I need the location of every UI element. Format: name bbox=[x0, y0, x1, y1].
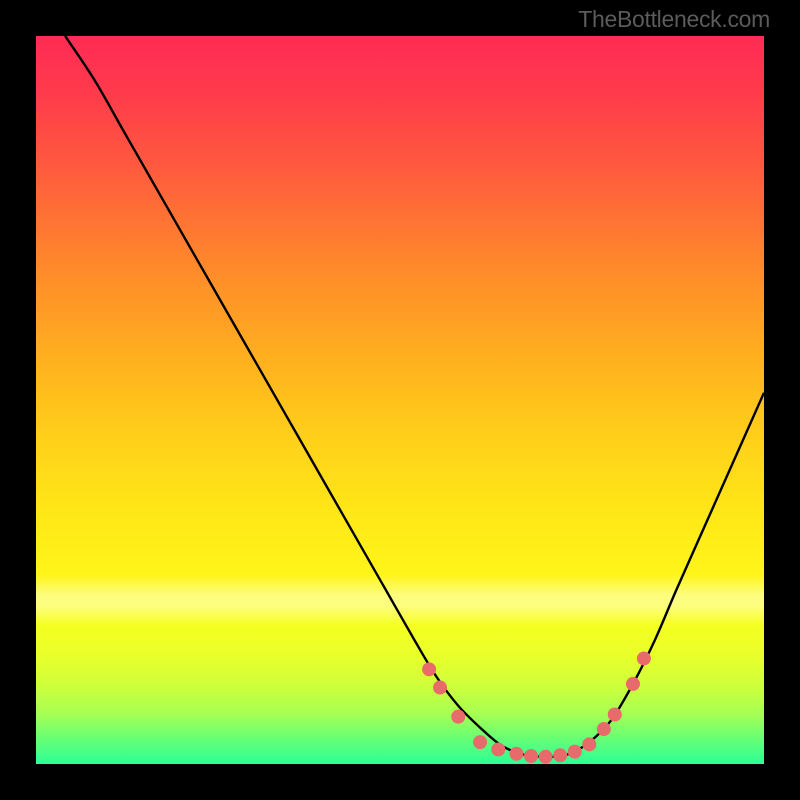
data-marker bbox=[553, 748, 567, 762]
data-marker bbox=[422, 662, 436, 676]
data-marker bbox=[509, 747, 523, 761]
plot-area bbox=[36, 36, 764, 764]
data-marker bbox=[582, 737, 596, 751]
data-marker bbox=[597, 722, 611, 736]
data-marker bbox=[539, 750, 553, 764]
chart-svg bbox=[36, 36, 764, 764]
data-marker bbox=[451, 710, 465, 724]
curve-line bbox=[65, 36, 764, 757]
chart-frame: TheBottleneck.com bbox=[0, 0, 800, 800]
watermark-text: TheBottleneck.com bbox=[578, 6, 770, 33]
data-marker bbox=[473, 735, 487, 749]
data-marker bbox=[637, 651, 651, 665]
data-marker bbox=[626, 677, 640, 691]
data-marker bbox=[568, 745, 582, 759]
data-marker bbox=[491, 742, 505, 756]
data-marker bbox=[433, 681, 447, 695]
data-marker bbox=[524, 749, 538, 763]
data-marker bbox=[608, 707, 622, 721]
